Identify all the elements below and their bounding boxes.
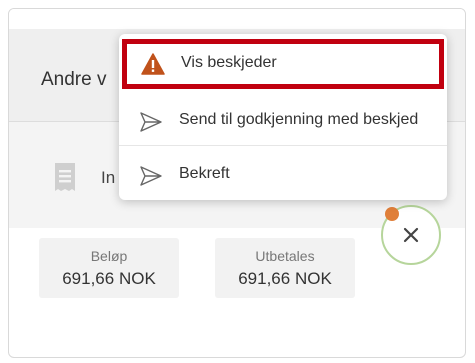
notification-dot [385, 207, 399, 221]
menu-item-bekreft[interactable]: Bekreft [119, 149, 447, 201]
close-icon [403, 227, 419, 243]
menu-item-vis-beskjeder[interactable]: Vis beskjeder [122, 39, 444, 89]
menu-item-label: Send til godkjenning med beskjed [179, 111, 419, 128]
amount-utbetales: Utbetales 691,66 NOK [215, 238, 355, 298]
header-title: Andre v [41, 69, 107, 90]
menu-item-label: Vis beskjeder [181, 54, 277, 71]
amount-belop: Beløp 691,66 NOK [39, 238, 179, 298]
amount-value: 691,66 NOK [238, 269, 332, 288]
send-icon [140, 166, 162, 186]
warning-icon [141, 53, 165, 75]
menu-item-send-til-godkjenning[interactable]: Send til godkjenning med beskjed [119, 95, 447, 147]
menu-item-label: Bekreft [179, 165, 230, 182]
expense-item-text: In [101, 168, 116, 187]
receipt-icon [55, 163, 75, 191]
amount-label: Beløp [90, 248, 128, 264]
amount-value: 691,66 NOK [62, 269, 156, 288]
amount-label: Utbetales [255, 248, 315, 264]
expense-card: Andre v In Beløp 691,66 NOK Utbetales 69… [8, 8, 466, 358]
menu-divider [119, 145, 447, 146]
card-top-strip [9, 9, 465, 29]
action-menu: Vis beskjeder Send til godkjenning med b… [119, 34, 447, 200]
send-icon [140, 112, 162, 132]
